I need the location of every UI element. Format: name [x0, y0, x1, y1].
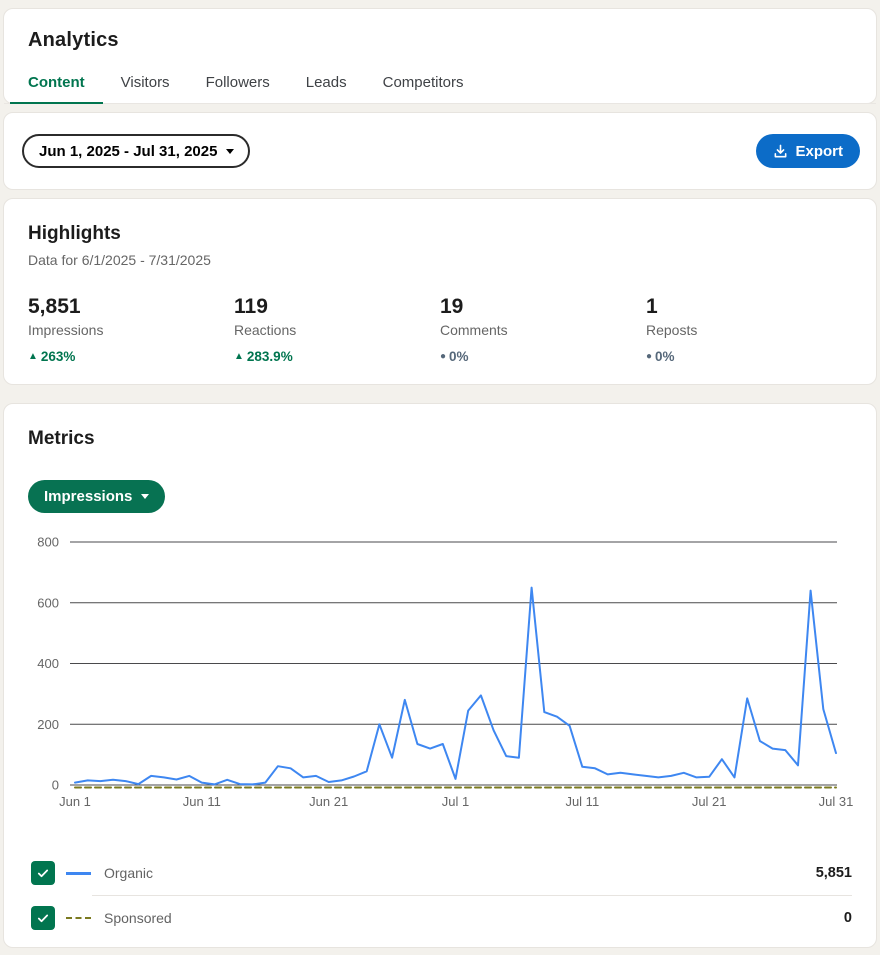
stat-value: 5,851 [28, 295, 234, 319]
legend-label: Sponsored [104, 910, 172, 926]
metrics-title: Metrics [28, 428, 852, 450]
svg-text:Jun 1: Jun 1 [59, 794, 91, 809]
stat-delta: ▲283.9% [234, 349, 440, 364]
download-icon [773, 144, 788, 159]
tab-followers[interactable]: Followers [188, 66, 288, 103]
svg-text:Jul 21: Jul 21 [692, 794, 727, 809]
sponsored-line-swatch [66, 917, 91, 919]
trend-flat-icon: ● [440, 351, 446, 362]
stat-impressions: 5,851 Impressions ▲263% [28, 295, 234, 364]
stat-reactions: 119 Reactions ▲283.9% [234, 295, 440, 364]
chart-legend: Organic 5,851 Sponsored 0 [31, 851, 852, 940]
highlights-card: Highlights Data for 6/1/2025 - 7/31/2025… [3, 198, 877, 385]
stat-delta: ●0% [646, 349, 852, 364]
stat-value: 119 [234, 295, 440, 319]
stat-delta: ▲263% [28, 349, 234, 364]
trend-flat-icon: ● [646, 351, 652, 362]
check-icon [36, 866, 50, 880]
stat-label: Impressions [28, 322, 234, 338]
date-range-label: Jun 1, 2025 - Jul 31, 2025 [39, 143, 217, 160]
legend-row-sponsored: Sponsored 0 [31, 896, 852, 940]
organic-line-swatch [66, 872, 91, 875]
metrics-card: Metrics Impressions 0 200 400 600 800 Jun 1 Ju… [3, 403, 877, 948]
sponsored-checkbox[interactable] [31, 906, 55, 930]
filter-toolbar-card: Jun 1, 2025 - Jul 31, 2025 Export [3, 112, 877, 190]
check-icon [36, 911, 50, 925]
tab-competitors[interactable]: Competitors [365, 66, 482, 103]
export-label: Export [795, 143, 843, 160]
chevron-down-icon [226, 149, 234, 154]
highlights-title: Highlights [28, 223, 852, 245]
svg-text:400: 400 [37, 656, 59, 671]
legend-value: 0 [844, 910, 852, 926]
stat-comments: 19 Comments ●0% [440, 295, 646, 364]
svg-text:200: 200 [37, 717, 59, 732]
metric-selector-label: Impressions [44, 488, 132, 505]
trend-up-icon: ▲ [28, 351, 38, 362]
svg-text:600: 600 [37, 595, 59, 610]
stat-value: 1 [646, 295, 852, 319]
stat-value: 19 [440, 295, 646, 319]
analytics-tabs: Content Visitors Followers Leads Competi… [10, 66, 876, 104]
svg-text:Jul 1: Jul 1 [442, 794, 469, 809]
legend-row-organic: Organic 5,851 [31, 851, 852, 895]
trend-up-icon: ▲ [234, 351, 244, 362]
tab-visitors[interactable]: Visitors [103, 66, 188, 103]
svg-text:Jul 11: Jul 11 [565, 794, 599, 809]
stat-label: Reposts [646, 322, 852, 338]
svg-text:Jul 31: Jul 31 [819, 794, 854, 809]
organic-checkbox[interactable] [31, 861, 55, 885]
svg-text:Jun 11: Jun 11 [183, 794, 221, 809]
date-range-selector[interactable]: Jun 1, 2025 - Jul 31, 2025 [22, 134, 250, 168]
tab-content[interactable]: Content [10, 66, 103, 103]
metric-selector-button[interactable]: Impressions [28, 480, 165, 513]
tabs-divider [4, 103, 876, 104]
svg-text:0: 0 [52, 778, 59, 793]
export-button[interactable]: Export [756, 134, 860, 168]
legend-label: Organic [104, 865, 153, 881]
chevron-down-icon [141, 494, 149, 499]
highlights-subtitle: Data for 6/1/2025 - 7/31/2025 [28, 252, 852, 268]
impressions-line-chart: 0 200 400 600 800 Jun 1 Jun 11 Jun 21 Jul 1 Jul 1… [31, 529, 876, 826]
analytics-header-card: Analytics Content Visitors Followers Lea… [3, 8, 877, 104]
svg-text:800: 800 [37, 535, 59, 550]
stat-label: Reactions [234, 322, 440, 338]
stat-delta: ●0% [440, 349, 646, 364]
tab-leads[interactable]: Leads [288, 66, 365, 103]
stat-reposts: 1 Reposts ●0% [646, 295, 852, 364]
highlights-stats: 5,851 Impressions ▲263% 119 Reactions ▲2… [28, 295, 852, 364]
page-title: Analytics [4, 29, 876, 52]
legend-value: 5,851 [816, 865, 852, 881]
stat-label: Comments [440, 322, 646, 338]
svg-text:Jun 21: Jun 21 [309, 794, 348, 809]
